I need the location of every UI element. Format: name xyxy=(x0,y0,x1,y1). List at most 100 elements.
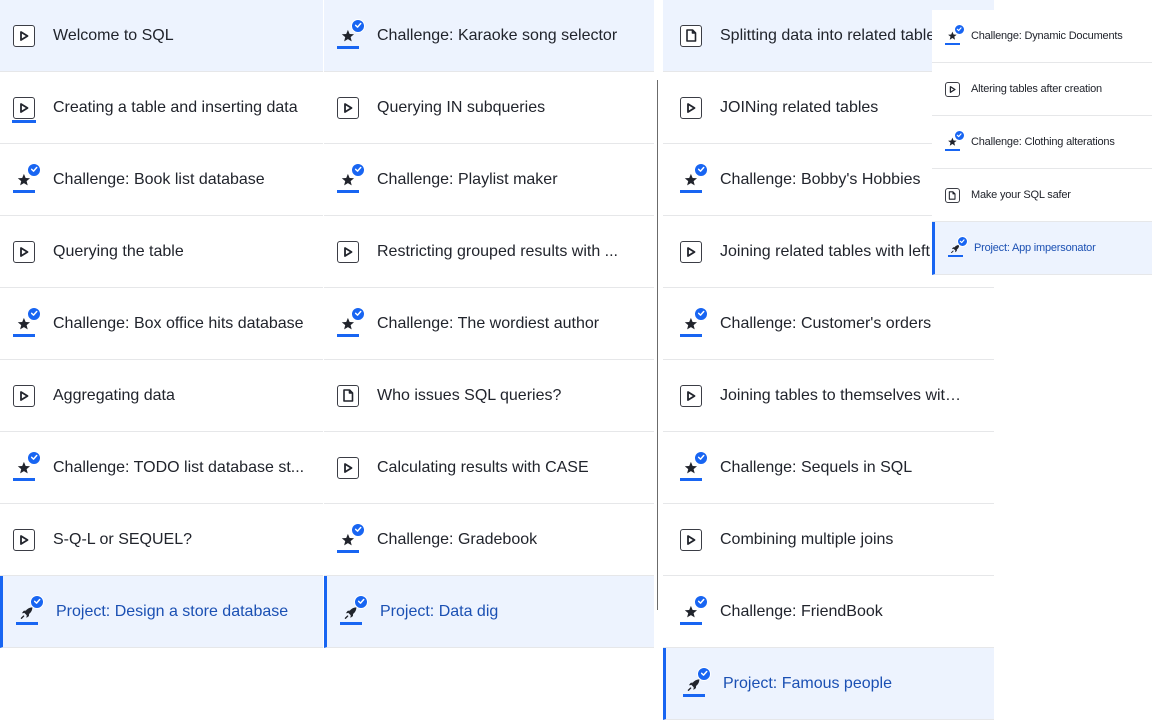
lesson-item[interactable]: Challenge: Playlist maker xyxy=(324,144,654,216)
star-icon xyxy=(680,306,708,337)
lesson-item[interactable]: Challenge: Customer's orders xyxy=(663,288,994,360)
project-item[interactable]: Project: Data dig xyxy=(324,576,654,648)
item-icon-container xyxy=(679,306,708,337)
item-icon-container xyxy=(336,18,365,49)
lesson-item[interactable]: Querying the table xyxy=(0,216,323,288)
checkmark-icon xyxy=(694,306,708,321)
item-title: Challenge: TODO list database st... xyxy=(53,458,305,476)
progress-bar xyxy=(680,621,702,625)
item-title: Challenge: Karaoke song selector xyxy=(377,26,618,44)
lesson-item[interactable]: Joining tables to themselves with... xyxy=(663,360,994,432)
lesson-item[interactable]: Challenge: Gradebook xyxy=(324,504,654,576)
star-icon xyxy=(944,129,965,151)
item-icon-container xyxy=(15,594,44,625)
lesson-list-column-2: Challenge: Karaoke song selector Querying… xyxy=(324,0,654,648)
item-title: Restricting grouped results with ... xyxy=(377,242,618,260)
progress-bar xyxy=(680,477,702,481)
item-icon-container xyxy=(679,240,703,264)
star-icon xyxy=(337,162,365,193)
star-icon xyxy=(337,522,365,553)
progress-bar xyxy=(680,333,702,337)
play-icon xyxy=(337,240,359,263)
project-item[interactable]: Project: Design a store database xyxy=(0,576,323,648)
star-icon xyxy=(13,450,41,481)
lesson-item[interactable]: Aggregating data xyxy=(0,360,323,432)
play-icon xyxy=(680,384,702,407)
rocket-icon xyxy=(16,594,44,625)
item-title: Make your SQL safer xyxy=(971,189,1071,201)
item-icon-container xyxy=(12,384,36,408)
lesson-item[interactable]: Altering tables after creation xyxy=(932,63,1152,116)
lesson-item[interactable]: Challenge: Karaoke song selector xyxy=(324,0,654,72)
item-title: S-Q-L or SEQUEL? xyxy=(53,530,193,548)
item-icon-container xyxy=(679,24,703,48)
item-icon-container xyxy=(12,96,36,123)
progress-bar xyxy=(337,549,359,553)
star-icon xyxy=(13,306,41,337)
item-title: Calculating results with CASE xyxy=(377,458,589,476)
lesson-item[interactable]: Challenge: Dynamic Documents xyxy=(932,10,1152,63)
item-icon-container xyxy=(336,162,365,193)
item-icon-container xyxy=(336,240,360,264)
item-icon-container xyxy=(336,96,360,120)
item-icon-container xyxy=(12,306,41,337)
project-item[interactable]: Project: App impersonator xyxy=(932,222,1152,275)
item-title: Who issues SQL queries? xyxy=(377,386,562,404)
lesson-item[interactable]: Challenge: Clothing alterations xyxy=(932,116,1152,169)
rocket-icon xyxy=(683,666,711,697)
play-icon xyxy=(13,240,35,263)
play-icon xyxy=(337,96,359,119)
item-icon-container xyxy=(12,528,36,552)
item-icon-container xyxy=(944,129,965,151)
progress-bar xyxy=(13,477,35,481)
lesson-item[interactable]: Restricting grouped results with ... xyxy=(324,216,654,288)
item-title: Aggregating data xyxy=(53,386,175,404)
star-icon xyxy=(680,594,708,625)
lesson-item[interactable]: Make your SQL safer xyxy=(932,169,1152,222)
checkmark-icon xyxy=(351,18,365,33)
column-divider xyxy=(657,80,658,610)
play-icon xyxy=(13,528,35,551)
item-icon-container xyxy=(336,456,360,480)
item-title: Challenge: Gradebook xyxy=(377,530,538,548)
item-title: Challenge: Dynamic Documents xyxy=(971,30,1123,42)
item-title: Challenge: Playlist maker xyxy=(377,170,558,188)
progress-bar xyxy=(337,189,359,193)
lesson-item[interactable]: Welcome to SQL xyxy=(0,0,323,72)
item-icon-container xyxy=(12,450,41,481)
play-icon xyxy=(944,81,960,97)
checkmark-icon xyxy=(694,594,708,609)
lesson-item[interactable]: Creating a table and inserting data xyxy=(0,72,323,144)
item-icon-container xyxy=(944,23,965,45)
progress-bar xyxy=(947,254,963,257)
item-title: Challenge: FriendBook xyxy=(720,602,883,620)
lesson-item[interactable]: Combining multiple joins xyxy=(663,504,994,576)
lesson-item[interactable]: S-Q-L or SEQUEL? xyxy=(0,504,323,576)
article-icon xyxy=(944,187,960,203)
checkmark-icon xyxy=(27,306,41,321)
checkmark-icon xyxy=(697,666,711,681)
item-title: Querying IN subqueries xyxy=(377,98,546,116)
lesson-item[interactable]: Challenge: The wordiest author xyxy=(324,288,654,360)
lesson-item[interactable]: Who issues SQL queries? xyxy=(324,360,654,432)
item-icon-container xyxy=(336,306,365,337)
item-icon-container xyxy=(679,594,708,625)
checkmark-icon xyxy=(351,522,365,537)
lesson-item[interactable]: Challenge: FriendBook xyxy=(663,576,994,648)
lesson-item[interactable]: Calculating results with CASE xyxy=(324,432,654,504)
lesson-item[interactable]: Challenge: TODO list database st... xyxy=(0,432,323,504)
item-title: Project: App impersonator xyxy=(974,242,1096,254)
lesson-item[interactable]: Querying IN subqueries xyxy=(324,72,654,144)
checkmark-icon xyxy=(351,306,365,321)
lesson-item[interactable]: Challenge: Box office hits database xyxy=(0,288,323,360)
checkmark-icon xyxy=(953,23,965,35)
project-item[interactable]: Project: Famous people xyxy=(663,648,994,720)
item-icon-container xyxy=(944,187,960,203)
item-title: Project: Data dig xyxy=(380,602,499,620)
item-icon-container xyxy=(336,384,360,408)
checkmark-icon xyxy=(351,162,365,177)
lesson-item[interactable]: Challenge: Book list database xyxy=(0,144,323,216)
play-icon xyxy=(13,24,35,47)
checkmark-icon xyxy=(956,235,968,247)
lesson-item[interactable]: Challenge: Sequels in SQL xyxy=(663,432,994,504)
